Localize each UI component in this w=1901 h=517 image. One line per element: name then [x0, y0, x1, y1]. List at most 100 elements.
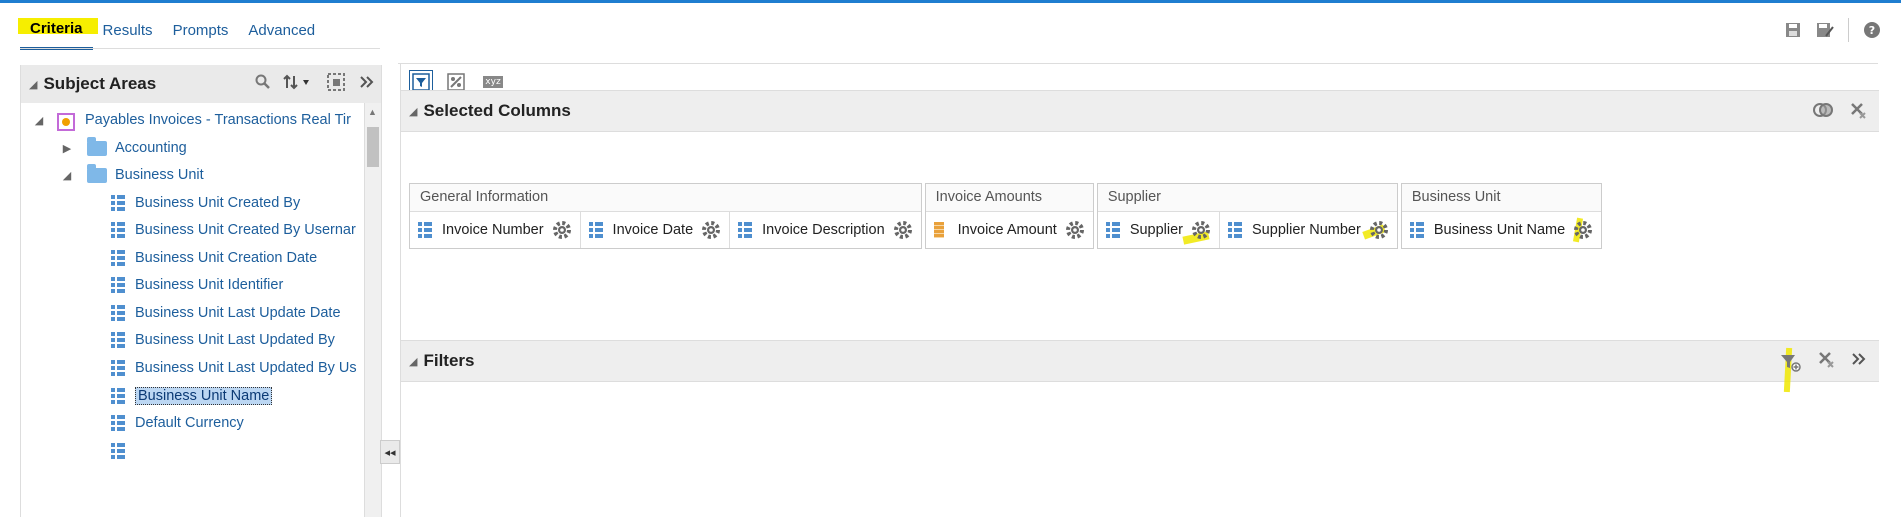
collapse-triangle-icon[interactable]: ◢: [59, 169, 75, 182]
top-accent-bar: [0, 0, 1901, 3]
gear-icon[interactable]: [893, 220, 913, 240]
scroll-thumb[interactable]: [367, 127, 379, 167]
column-label: Business Unit Last Updated By Us: [135, 360, 357, 376]
sort-icon[interactable]: [283, 74, 315, 95]
tree-column-partial: [111, 443, 135, 459]
column-label: Invoice Amount: [957, 222, 1057, 238]
column-icon: [1228, 222, 1243, 238]
column-icon: [111, 222, 125, 238]
group-header[interactable]: Invoice Amounts: [925, 184, 1093, 212]
help-icon[interactable]: ?: [1863, 21, 1881, 39]
column-icon: [418, 222, 432, 238]
more-options-icon[interactable]: [1851, 352, 1867, 371]
gear-icon[interactable]: [552, 220, 572, 240]
gear-icon[interactable]: [1573, 217, 1593, 243]
expand-triangle-icon[interactable]: ▶: [59, 142, 75, 155]
column-invoice-description[interactable]: Invoice Description: [730, 212, 921, 248]
gear-icon[interactable]: [1065, 220, 1085, 240]
column-invoice-number[interactable]: Invoice Number: [410, 212, 581, 248]
tree-column[interactable]: Business Unit Last Update Date: [111, 305, 341, 321]
folder-label: Business Unit: [115, 167, 204, 183]
column-label: Business Unit Creation Date: [135, 250, 318, 266]
column-label: Business Unit Identifier: [135, 277, 284, 293]
column-business-unit-name[interactable]: Business Unit Name: [1402, 212, 1601, 248]
add-subject-area-icon[interactable]: [327, 73, 347, 96]
subject-area-tree: ◢ Payables Invoices - Transactions Real …: [21, 103, 381, 517]
tree-scrollbar[interactable]: ▲: [364, 103, 381, 517]
column-icon: [111, 388, 125, 404]
tree-column[interactable]: Business Unit Last Updated By Us: [111, 360, 357, 376]
column-label: Default Currency: [135, 415, 244, 431]
tree-root[interactable]: ◢ Payables Invoices - Transactions Real …: [31, 111, 351, 131]
column-group: Supplier Supplier Supplier Number: [1096, 183, 1398, 249]
tree-folder-accounting[interactable]: ▶ Accounting: [59, 136, 187, 156]
column-label: Business Unit Last Update Date: [135, 305, 341, 321]
gear-icon[interactable]: [1182, 220, 1211, 245]
column-invoice-amount[interactable]: Invoice Amount: [926, 212, 1093, 248]
save-icon[interactable]: [1784, 21, 1802, 39]
tab-bar: Criteria Results Prompts Advanced: [18, 18, 335, 50]
tab-criteria[interactable]: Criteria: [18, 18, 98, 50]
column-label: Invoice Number: [442, 222, 544, 238]
column-invoice-date[interactable]: Invoice Date: [581, 212, 731, 248]
subject-area-icon: [57, 111, 75, 131]
measure-icon: [933, 222, 944, 238]
column-supplier[interactable]: Supplier: [1098, 212, 1221, 248]
tab-results[interactable]: Results: [103, 18, 153, 50]
group-header[interactable]: General Information: [410, 184, 921, 212]
criteria-editor: xyz ◢ Selected Columns General Informati…: [400, 64, 1879, 517]
add-filter-icon[interactable]: [1779, 347, 1801, 392]
column-icon: [111, 332, 125, 348]
tab-prompts[interactable]: Prompts: [173, 18, 229, 50]
folder-icon: [87, 163, 107, 183]
column-icon: [111, 360, 125, 376]
tree-column[interactable]: Business Unit Created By Usernar: [111, 222, 356, 238]
tab-advanced[interactable]: Advanced: [248, 18, 315, 50]
save-as-icon[interactable]: [1816, 21, 1834, 39]
column-label: Supplier Number: [1252, 222, 1361, 238]
column-group: General Information Invoice Number Invoi…: [409, 183, 922, 249]
svg-text:?: ?: [1869, 24, 1875, 37]
gear-icon[interactable]: [701, 220, 721, 240]
delete-filters-icon[interactable]: [1817, 350, 1835, 373]
tree-column-selected[interactable]: Business Unit Name: [111, 387, 273, 405]
collapse-triangle-icon[interactable]: ◢: [31, 114, 47, 127]
tree-column[interactable]: Business Unit Creation Date: [111, 250, 317, 266]
collapse-triangle-icon[interactable]: ◢: [29, 78, 37, 91]
tree-folder-business-unit[interactable]: ◢ Business Unit: [59, 163, 204, 183]
column-label: Supplier: [1129, 222, 1184, 238]
tree-column[interactable]: Business Unit Last Updated By: [111, 332, 335, 348]
column-icon: [111, 443, 125, 459]
column-label: Invoice Date: [612, 222, 694, 238]
expand-pane-icon[interactable]: [359, 75, 375, 94]
selected-columns-header: ◢ Selected Columns: [401, 90, 1879, 132]
collapse-triangle-icon[interactable]: ◢: [409, 105, 417, 118]
column-supplier-number[interactable]: Supplier Number: [1220, 212, 1397, 248]
tree-column[interactable]: Business Unit Created By: [111, 195, 300, 211]
column-group: Business Unit Business Unit Name: [1400, 183, 1603, 249]
column-icon: [738, 222, 753, 238]
combine-icon[interactable]: [1813, 102, 1833, 123]
column-icon: [111, 415, 125, 431]
subject-areas-pane: ◢ Subject Areas ◢ Payables Invoices - Tr…: [20, 65, 382, 517]
scroll-up-icon[interactable]: ▲: [368, 107, 377, 117]
collapse-triangle-icon[interactable]: ◢: [409, 355, 417, 368]
column-icon: [111, 277, 125, 293]
column-icon: [111, 195, 125, 211]
tab-underline: [20, 48, 380, 49]
remove-all-columns-icon[interactable]: [1849, 101, 1867, 124]
group-header[interactable]: Business Unit: [1401, 184, 1602, 212]
search-icon[interactable]: [255, 74, 271, 95]
tree-column[interactable]: Business Unit Identifier: [111, 277, 283, 293]
collapse-pane-button[interactable]: ◂◂: [380, 440, 400, 464]
folder-label: Accounting: [115, 140, 187, 156]
column-icon: [588, 222, 603, 238]
column-icon: [111, 250, 125, 266]
column-label: Business Unit Name: [135, 387, 273, 405]
column-label: Business Unit Created By: [135, 195, 301, 211]
column-label: Business Unit Last Updated By: [135, 332, 335, 348]
gear-icon[interactable]: [1362, 220, 1389, 240]
column-label: Invoice Description: [762, 222, 885, 238]
group-header[interactable]: Supplier: [1097, 184, 1397, 212]
tree-column[interactable]: Default Currency: [111, 415, 244, 431]
